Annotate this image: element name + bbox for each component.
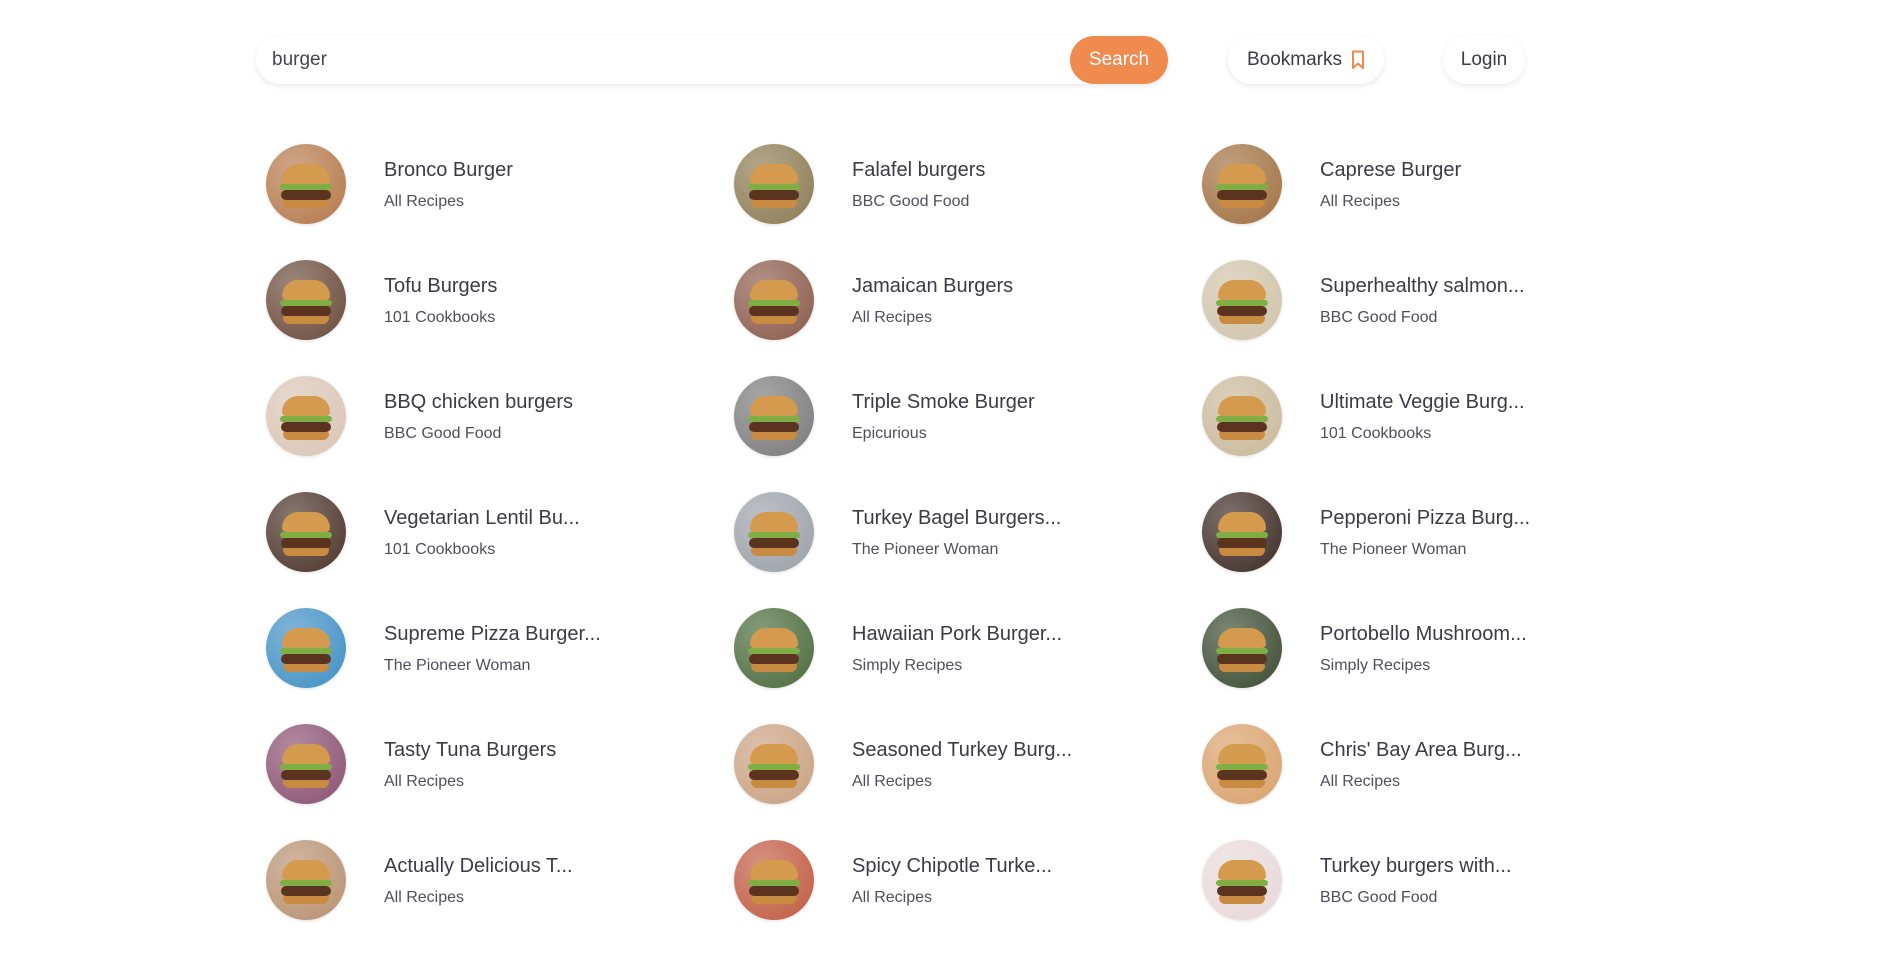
recipe-card[interactable]: Superhealthy salmon... BBC Good Food (1202, 259, 1562, 341)
recipe-title: Caprese Burger (1320, 158, 1462, 181)
recipe-source: BBC Good Food (1320, 308, 1438, 326)
recipe-source: BBC Good Food (1320, 888, 1438, 906)
recipe-source: All Recipes (384, 192, 465, 210)
recipe-card[interactable]: Chris' Bay Area Burg... All Recipes (1202, 723, 1562, 805)
recipe-results-grid: Bronco Burger All Recipes Falafel burgers B… (266, 143, 1562, 955)
recipe-title: Falafel burgers (852, 158, 986, 181)
recipe-card[interactable]: Supreme Pizza Burger... The Pioneer Woman (266, 607, 734, 689)
recipe-title: Turkey Bagel Burgers... (852, 506, 1062, 529)
recipe-title: Triple Smoke Burger (852, 390, 1035, 413)
recipe-thumbnail (734, 724, 814, 804)
recipe-title: Supreme Pizza Burger... (384, 622, 601, 645)
bookmarks-button[interactable]: Bookmarks (1228, 36, 1384, 84)
recipe-thumbnail (1202, 376, 1282, 456)
recipe-card[interactable]: Jamaican Burgers All Recipes (734, 259, 1202, 341)
recipe-card[interactable]: Turkey Bagel Burgers... The Pioneer Woman (734, 491, 1202, 573)
recipe-title: Tofu Burgers (384, 274, 498, 297)
bookmark-icon (1351, 50, 1365, 70)
login-button[interactable]: Login (1443, 36, 1525, 84)
login-label: Login (1460, 49, 1508, 70)
recipe-source: BBC Good Food (384, 424, 502, 442)
recipe-thumbnail (266, 260, 346, 340)
recipe-thumbnail (266, 376, 346, 456)
recipe-title: Hawaiian Pork Burger... (852, 622, 1063, 645)
recipe-source: Simply Recipes (852, 656, 963, 674)
recipe-thumbnail (1202, 608, 1282, 688)
recipe-thumbnail (1202, 260, 1282, 340)
recipe-title: Tasty Tuna Burgers (384, 738, 557, 761)
recipe-title: Vegetarian Lentil Bu... (384, 506, 580, 529)
recipe-card[interactable]: Portobello Mushroom... Simply Recipes (1202, 607, 1562, 689)
recipe-card[interactable]: Actually Delicious T... All Recipes (266, 839, 734, 921)
recipe-thumbnail (1202, 724, 1282, 804)
recipe-card[interactable]: Tasty Tuna Burgers All Recipes (266, 723, 734, 805)
recipe-card[interactable]: Pepperoni Pizza Burg... The Pioneer Woman (1202, 491, 1562, 573)
recipe-source: 101 Cookbooks (384, 540, 496, 558)
bookmarks-label: Bookmarks (1246, 49, 1343, 70)
recipe-title: Chris' Bay Area Burg... (1320, 738, 1522, 761)
recipe-source: All Recipes (852, 772, 933, 790)
recipe-thumbnail (266, 724, 346, 804)
search-button[interactable]: Search (1070, 36, 1168, 84)
recipe-title: Jamaican Burgers (852, 274, 1014, 297)
recipe-card[interactable]: Bronco Burger All Recipes (266, 143, 734, 225)
recipe-source: 101 Cookbooks (384, 308, 496, 326)
recipe-title: Superhealthy salmon... (1320, 274, 1525, 297)
recipe-source: Simply Recipes (1320, 656, 1431, 674)
recipe-source: All Recipes (1320, 772, 1401, 790)
recipe-thumbnail (1202, 144, 1282, 224)
recipe-title: BBQ chicken burgers (384, 390, 573, 413)
recipe-title: Portobello Mushroom... (1320, 622, 1527, 645)
recipe-card[interactable]: Hawaiian Pork Burger... Simply Recipes (734, 607, 1202, 689)
recipe-card[interactable]: Turkey burgers with... BBC Good Food (1202, 839, 1562, 921)
recipe-title: Pepperoni Pizza Burg... (1320, 506, 1531, 529)
recipe-source: Epicurious (852, 424, 927, 442)
search-input[interactable] (256, 36, 1070, 84)
recipe-thumbnail (266, 840, 346, 920)
recipe-card[interactable]: Caprese Burger All Recipes (1202, 143, 1562, 225)
recipe-card[interactable]: Falafel burgers BBC Good Food (734, 143, 1202, 225)
recipe-card[interactable]: Seasoned Turkey Burg... All Recipes (734, 723, 1202, 805)
recipe-thumbnail (734, 144, 814, 224)
recipe-thumbnail (266, 608, 346, 688)
recipe-source: All Recipes (384, 772, 465, 790)
recipe-title: Actually Delicious T... (384, 854, 573, 877)
recipe-thumbnail (266, 144, 346, 224)
recipe-source: 101 Cookbooks (1320, 424, 1432, 442)
recipe-source: The Pioneer Woman (384, 656, 531, 674)
recipe-source: All Recipes (852, 888, 933, 906)
recipe-card[interactable]: Spicy Chipotle Turke... All Recipes (734, 839, 1202, 921)
recipe-source: BBC Good Food (852, 192, 970, 210)
recipe-source: All Recipes (384, 888, 465, 906)
recipe-card[interactable]: Triple Smoke Burger Epicurious (734, 375, 1202, 457)
recipe-thumbnail (1202, 840, 1282, 920)
recipe-card[interactable]: Ultimate Veggie Burg... 101 Cookbooks (1202, 375, 1562, 457)
top-bar: Search Bookmarks Login (0, 0, 1900, 120)
recipe-thumbnail (1202, 492, 1282, 572)
recipe-thumbnail (734, 376, 814, 456)
recipe-card[interactable]: Vegetarian Lentil Bu... 101 Cookbooks (266, 491, 734, 573)
recipe-card[interactable]: Tofu Burgers 101 Cookbooks (266, 259, 734, 341)
recipe-title: Seasoned Turkey Burg... (852, 738, 1073, 761)
recipe-source: The Pioneer Woman (1320, 540, 1467, 558)
recipe-source: All Recipes (852, 308, 933, 326)
recipe-thumbnail (266, 492, 346, 572)
recipe-title: Ultimate Veggie Burg... (1320, 390, 1525, 413)
recipe-thumbnail (734, 260, 814, 340)
recipe-source: All Recipes (1320, 192, 1401, 210)
recipe-card[interactable]: BBQ chicken burgers BBC Good Food (266, 375, 734, 457)
recipe-source: The Pioneer Woman (852, 540, 999, 558)
recipe-title: Spicy Chipotle Turke... (852, 854, 1053, 877)
search-bar: Search (256, 36, 1168, 84)
recipe-thumbnail (734, 492, 814, 572)
recipe-title: Turkey burgers with... (1320, 854, 1512, 877)
recipe-thumbnail (734, 608, 814, 688)
recipe-thumbnail (734, 840, 814, 920)
recipe-title: Bronco Burger (384, 158, 513, 181)
